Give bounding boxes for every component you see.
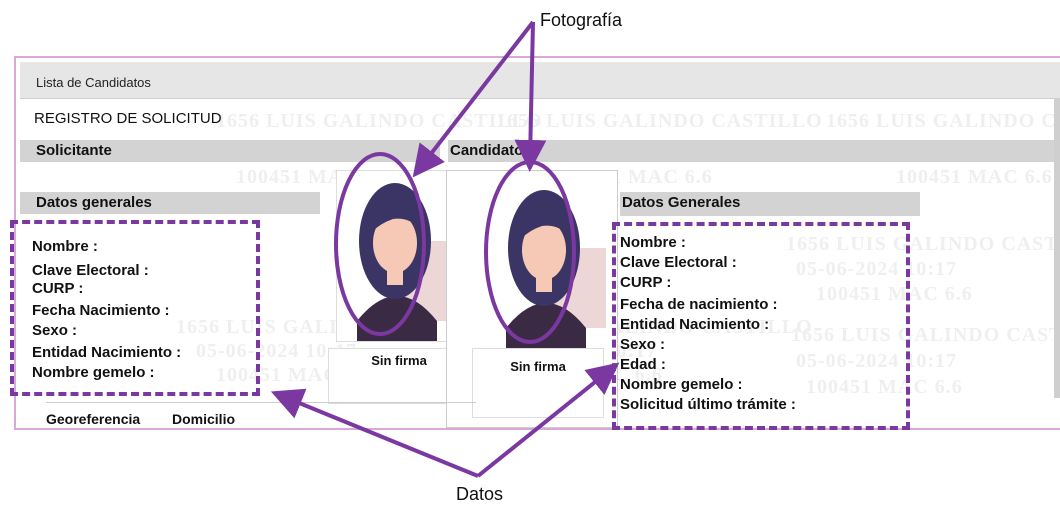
annotation-datos: Datos — [456, 484, 504, 504]
data-highlight-box — [10, 220, 260, 396]
arrow-to-data — [476, 362, 620, 478]
photo-highlight-ellipse — [484, 160, 576, 344]
arrow-to-photo — [412, 20, 535, 178]
data-highlight-box — [612, 222, 910, 430]
photo-highlight-ellipse — [334, 152, 426, 336]
arrow-to-data — [270, 388, 479, 478]
arrow-to-photo — [514, 21, 547, 172]
